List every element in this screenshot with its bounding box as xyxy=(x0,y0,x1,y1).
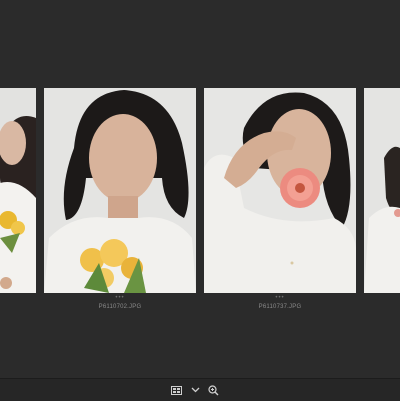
photo-thumbnail-2[interactable] xyxy=(44,88,196,293)
photo-filename: P6110702.JPG xyxy=(98,304,142,310)
portrait-photo xyxy=(44,88,196,293)
pink-flower xyxy=(280,168,320,208)
filmstrip: ••• ••• P6110702.JPG P6110737.JPG xyxy=(0,88,400,318)
zoom-in-icon[interactable] xyxy=(207,384,219,396)
rating-stars[interactable]: ••• xyxy=(44,295,196,301)
photo-thumbnail[interactable] xyxy=(0,88,36,293)
chevron-down-icon[interactable] xyxy=(189,384,201,396)
photo-thumbnail-3[interactable] xyxy=(204,88,356,293)
grid-view-icon[interactable] xyxy=(170,384,182,396)
rating-stars[interactable]: ••• xyxy=(204,295,356,301)
photo-filename: P6110737.JPG xyxy=(258,304,302,310)
portrait-photo xyxy=(364,88,400,293)
portrait-photo xyxy=(0,88,36,293)
bottom-toolbar xyxy=(0,378,400,401)
portrait-photo xyxy=(204,88,356,293)
photo-thumbnail[interactable] xyxy=(364,88,400,293)
